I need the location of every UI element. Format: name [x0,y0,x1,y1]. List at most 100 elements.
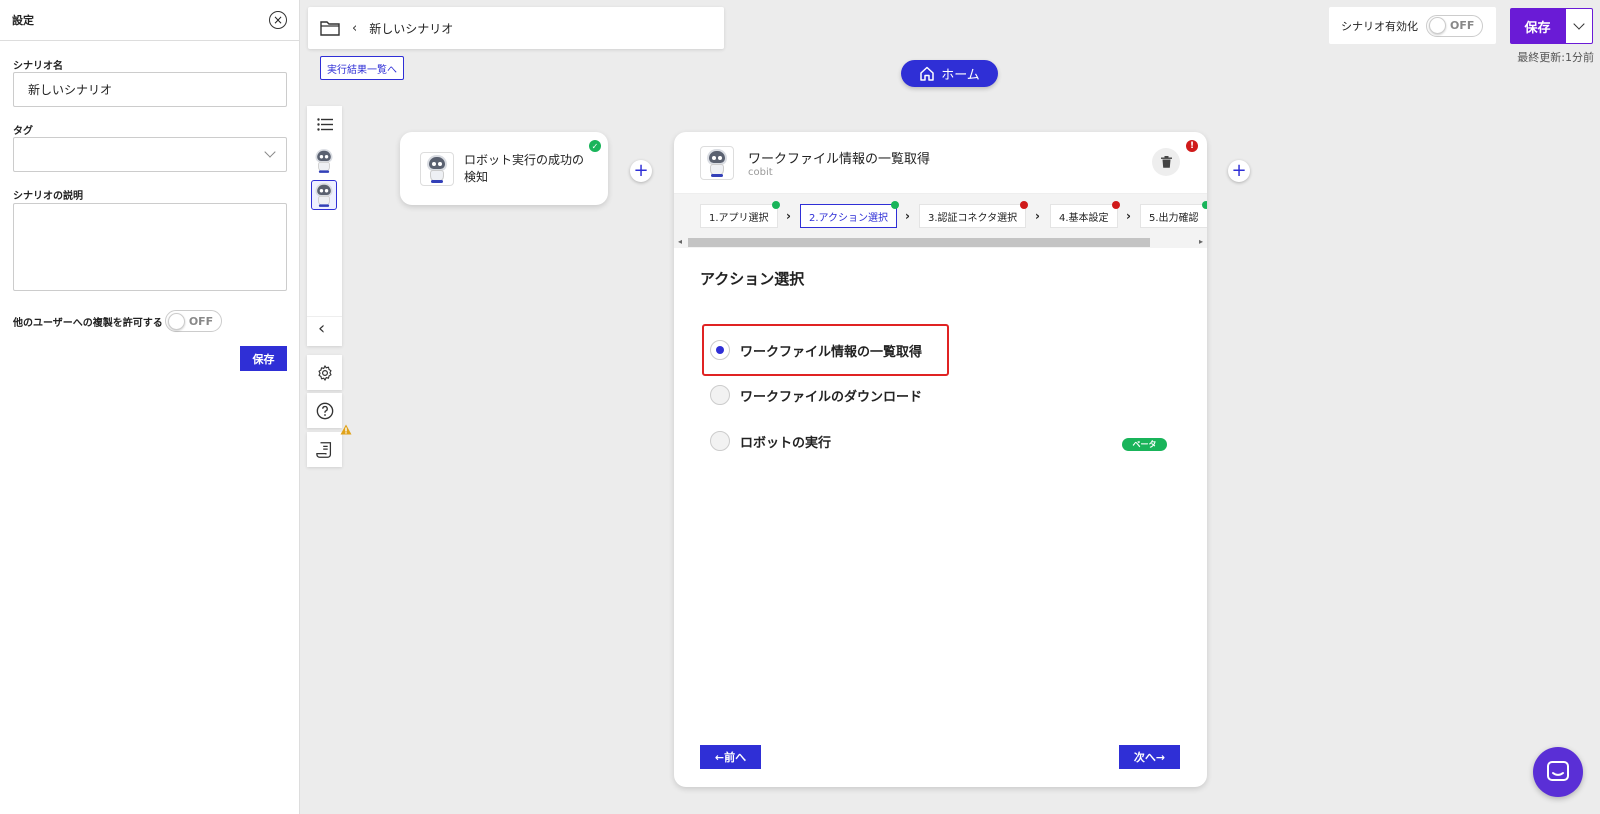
ok-dot [771,201,780,209]
action-option-download-workfile[interactable]: ワークファイルのダウンロード [710,385,922,405]
settings-panel: 設定 × シナリオ名 新しいシナリオ タグ シナリオの説明 他のユーザーへの複製… [0,0,300,814]
robot-icon [314,149,334,173]
toggle-knob [1429,17,1446,34]
error-dot [1111,201,1120,209]
radio-unselected[interactable] [710,431,730,451]
radio-unselected[interactable] [710,385,730,405]
list-icon[interactable] [317,118,333,131]
allow-copy-toggle[interactable]: OFF [164,310,223,332]
help-tool-button[interactable] [307,393,342,428]
tag-select[interactable] [13,137,287,172]
chevron-right-icon: › [1035,209,1040,223]
step-thumb-action[interactable] [311,180,337,210]
step-label: 3.認証コネクタ選択 [928,212,1018,224]
action-option-run-robot[interactable]: ロボットの実行 [710,431,831,451]
scenario-name-input[interactable]: 新しいシナリオ [13,72,287,107]
breadcrumb: ‹ 新しいシナリオ [308,7,724,49]
section-title: アクション選択 [700,270,805,288]
settings-header: 設定 × [0,0,299,41]
chevron-down-icon [1573,18,1585,30]
step-thumb-trigger[interactable] [311,146,337,176]
card-subtitle: cobit [748,166,773,178]
action-option-list-workfiles[interactable]: ワークファイル情報の一覧取得 [710,340,922,360]
ok-dot [891,201,900,209]
close-icon[interactable]: × [269,11,287,29]
prev-button[interactable]: ←前へ [700,745,761,769]
step-tab-5[interactable]: 5.出力確認 [1140,201,1207,228]
chevron-right-icon: › [905,209,910,223]
trigger-app-icon [420,151,454,186]
chevron-down-icon [264,146,276,158]
chevron-right-icon: › [786,209,791,223]
collapse-chevron-icon[interactable]: ‹ [318,318,325,339]
warning-icon [340,424,352,435]
trigger-title: ロボット実行の成功の検知 [464,152,585,184]
next-button[interactable]: 次へ→ [1119,745,1180,769]
settings-save-button[interactable]: 保存 [240,346,287,371]
home-label: ホーム [941,68,980,83]
add-step-button[interactable]: + [630,160,652,182]
scenario-enable-card: シナリオ有効化 OFF [1329,7,1496,44]
step-label: 4.基本設定 [1059,212,1109,224]
home-icon [920,66,934,81]
card-header: ワークファイル情報の一覧取得 cobit [674,132,1207,194]
step-tab-1[interactable]: 1.アプリ選択 [700,201,780,228]
log-icon [315,441,331,458]
option-label: ワークファイル情報の一覧取得 [740,344,923,360]
beta-badge: ベータ [1122,438,1167,451]
log-tool-button[interactable] [307,424,352,467]
step-label: 2.アクション選択 [809,212,889,224]
trash-icon [1160,156,1172,168]
step-label: 1.アプリ選択 [709,212,769,224]
scroll-left-icon[interactable]: ◂ [678,236,682,248]
scenario-enable-toggle[interactable]: OFF [1426,14,1484,37]
option-label: ロボットの実行 [740,435,832,451]
robot-icon [705,148,729,177]
check-icon: ✓ [589,140,601,152]
description-label: シナリオの説明 [13,191,83,202]
help-icon [316,402,333,419]
toggle-state: OFF [188,314,214,328]
toggle-knob [167,312,185,330]
ok-dot [1201,201,1207,209]
action-app-icon [700,145,734,180]
allow-copy-label: 他のユーザーへの複製を許可する [13,317,163,329]
tag-label: タグ [13,126,33,137]
step-tab-3[interactable]: 3.認証コネクタ選択 [919,201,1029,228]
error-dot [1020,201,1029,209]
settings-title: 設定 [12,14,34,27]
description-textarea[interactable] [13,203,287,291]
add-step-button[interactable]: + [1228,160,1250,182]
option-label: ワークファイルのダウンロード [740,389,923,405]
breadcrumb-title: 新しいシナリオ [369,21,454,36]
chat-icon [1547,761,1569,781]
robot-icon [425,154,449,183]
chevron-right-icon: › [1126,209,1131,223]
allow-copy-row: 他のユーザーへの複製を許可する OFF [13,310,223,332]
home-button[interactable]: ホーム [901,60,998,87]
action-step-card: ワークファイル情報の一覧取得 cobit 1.アプリ選択 › 2.アクション選択… [674,132,1207,787]
radio-selected[interactable] [710,340,730,360]
error-icon: ! [1186,140,1198,152]
robot-icon [314,183,334,207]
step-label: 5.出力確認 [1149,212,1199,224]
steps-scrollbar[interactable]: ◂ ▸ [674,236,1207,248]
save-dropdown-button[interactable] [1565,8,1593,44]
folder-icon[interactable] [320,20,340,36]
last-updated: 最終更新:1分前 [1517,51,1594,64]
scroll-right-icon[interactable]: ▸ [1199,236,1203,248]
delete-step-button[interactable] [1152,148,1180,176]
step-tab-2[interactable]: 2.アクション選択 [800,201,900,228]
chevron-left-icon[interactable]: ‹ [352,21,357,36]
settings-tool-button[interactable] [307,355,342,390]
save-button[interactable]: 保存 [1510,8,1565,44]
scroll-thumb[interactable] [688,238,1150,247]
chat-button[interactable] [1533,747,1583,797]
gear-icon [317,364,332,381]
results-link-button[interactable]: 実行結果一覧へ [320,56,404,80]
step-tab-4[interactable]: 4.基本設定 [1050,201,1120,228]
trigger-step-card[interactable]: ロボット実行の成功の検知 ✓ [400,132,608,205]
enable-label: シナリオ有効化 [1341,19,1418,33]
card-title: ワークファイル情報の一覧取得 [748,151,931,167]
toggle-state: OFF [1450,19,1475,32]
